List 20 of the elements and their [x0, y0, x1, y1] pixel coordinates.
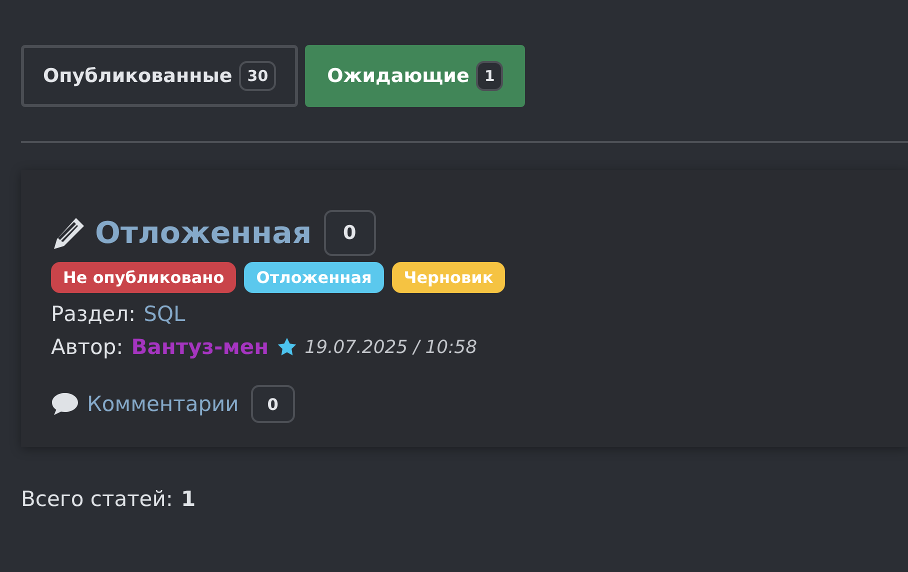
- count-badge: 0: [324, 210, 376, 256]
- publish-date: 19.07.2025 / 10:58: [304, 336, 478, 358]
- section-link[interactable]: SQL: [144, 302, 186, 326]
- count-badge: 0: [250, 385, 295, 423]
- total-count: 1: [180, 487, 196, 511]
- status-tag: Черновик: [392, 262, 506, 293]
- section-label: Раздел:: [51, 302, 136, 326]
- count-badge: 1: [476, 61, 503, 91]
- article-title[interactable]: Отложенная: [95, 216, 312, 250]
- pencil-icon: [51, 216, 87, 250]
- filter-tab[interactable]: Опубликованные 30: [21, 45, 298, 107]
- speech-bubble-icon: [51, 392, 79, 416]
- total-label: Всего статей:: [21, 487, 173, 511]
- status-tag: Отложенная: [244, 262, 384, 293]
- count-badge: 30: [239, 61, 276, 91]
- author-label: Автор:: [51, 335, 124, 359]
- status-tag: Не опубликовано: [51, 262, 236, 293]
- star-icon: [276, 337, 297, 357]
- filter-tab[interactable]: Ожидающие 1: [305, 45, 525, 107]
- comments-link[interactable]: Комментарии: [87, 392, 239, 416]
